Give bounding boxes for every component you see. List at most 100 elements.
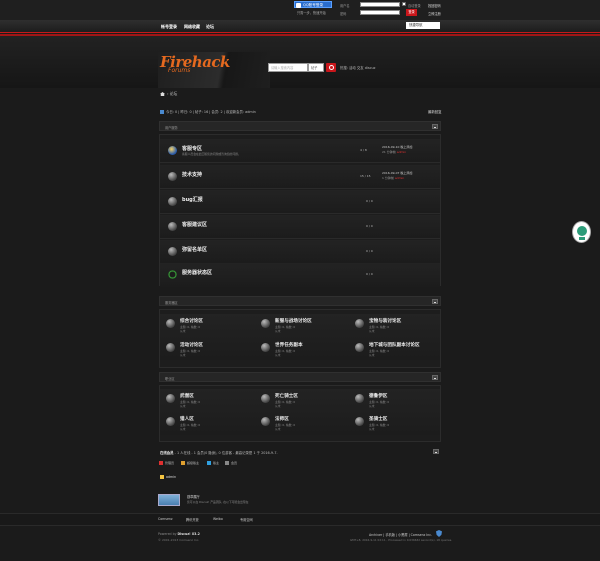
legend-mod: 版主: [207, 461, 219, 465]
forum-cell[interactable]: 综合讨论区 主题: 0, 帖数: 0 从未: [160, 314, 250, 336]
collapse-icon[interactable]: [432, 299, 438, 304]
forum-row[interactable]: 客服专区 客服人员会在此回答您的问题或咨询您的问题。 4 / 8 2016-09…: [160, 139, 440, 163]
forum-last-post[interactable]: 2016-09-10 晚上添加: [382, 145, 412, 149]
category-header-server: 服务器区: [159, 296, 441, 306]
legend-member: 会员: [225, 461, 237, 465]
forum-cell[interactable]: 武僧区 主题: 0, 帖数: 0 从未: [160, 389, 250, 411]
powered-brand[interactable]: Discuz! X3.2: [178, 532, 200, 536]
qq-login-button[interactable]: QQ账号登录: [294, 1, 332, 8]
user-icon: [160, 475, 164, 479]
forum-cell[interactable]: 世界任务副本 主题: 0, 帖数: 0 从未: [255, 338, 345, 360]
category-header-user-service: 用户服务: [159, 121, 441, 131]
nav-item-account[interactable]: 帐号登录: [161, 20, 177, 33]
quick-nav-dropdown[interactable]: 快捷导航: [406, 22, 440, 29]
forum-name[interactable]: 法师区: [275, 416, 289, 422]
search-type-select[interactable]: 帖子: [308, 63, 324, 72]
mod-icon: [207, 461, 211, 465]
forum-row[interactable]: 技术支持 15 / 15 2016-09-07 晚上添加 1 分钟前 admin: [160, 165, 440, 189]
online-user[interactable]: admin: [160, 475, 176, 479]
forum-last-post[interactable]: 2016-09-07 晚上添加: [382, 171, 412, 175]
search-input[interactable]: 请输入搜索内容: [268, 63, 308, 72]
search-button[interactable]: [326, 63, 336, 72]
shield-icon[interactable]: [436, 530, 442, 537]
nav-item-forum[interactable]: 论坛: [206, 20, 214, 33]
forum-cell[interactable]: 猎人区 主题: 0, 帖数: 0 从未: [160, 412, 250, 434]
password-input[interactable]: [360, 10, 400, 15]
forum-cell[interactable]: 宝物与装讨论区 主题: 0, 帖数: 0 从未: [349, 314, 439, 336]
footer-right-links[interactable]: Archiver | 手机版 | 小黑屋 | Comsenz Inc.: [369, 532, 432, 537]
forum-icon: [261, 394, 270, 403]
forum-count: 4 / 8: [360, 148, 367, 152]
collapse-icon[interactable]: [433, 449, 439, 454]
forum-cell[interactable]: 新服与战场讨论区 主题: 0, 帖数: 0 从未: [255, 314, 345, 336]
forum-cell[interactable]: 地下城与团队副本讨论区 主题: 0, 帖数: 0 从未: [349, 338, 439, 360]
forum-name[interactable]: 宝物与装讨论区: [369, 318, 401, 324]
forum-name[interactable]: 死亡骑士区: [275, 393, 298, 399]
powered-by: Powered by Discuz! X3.2: [158, 532, 200, 536]
breadcrumb[interactable]: › 论坛: [167, 91, 177, 97]
forum-icon: [355, 394, 364, 403]
forum-name[interactable]: 综合讨论区: [180, 318, 203, 324]
forum-cell[interactable]: 德鲁伊区 主题: 0, 帖数: 0 从未: [349, 389, 439, 411]
category-title: 职业区: [165, 377, 175, 381]
last-user[interactable]: admin: [397, 150, 406, 154]
forum-name[interactable]: 地下城与团队副本讨论区: [369, 342, 420, 348]
nav-item-favorites[interactable]: 网络收藏: [184, 20, 200, 33]
forum-name[interactable]: 世界任务副本: [275, 342, 303, 348]
collapse-icon[interactable]: [432, 375, 438, 380]
forum-row[interactable]: 弥留名单区 0 / 0: [160, 240, 440, 264]
forum-name[interactable]: 新服与战场讨论区: [275, 318, 312, 324]
forum-name[interactable]: 服务器状态区: [182, 269, 212, 276]
forum-last: 从未: [275, 353, 281, 357]
robot-assistant-icon[interactable]: [572, 221, 591, 243]
forum-cell[interactable]: 圣骑士区 主题: 0, 帖数: 0 从未: [349, 412, 439, 434]
register-link[interactable]: 立即注册: [428, 11, 441, 16]
password-label: 密码: [340, 12, 347, 16]
forum-name[interactable]: bug汇报: [182, 196, 203, 203]
footer-link[interactable]: Weibo: [213, 517, 223, 521]
forum-name[interactable]: 客服建议区: [182, 221, 207, 228]
forum-row[interactable]: bug汇报 0 / 0: [160, 190, 440, 214]
forum-name[interactable]: 客服专区: [182, 145, 202, 152]
remember-checkbox[interactable]: [402, 2, 406, 6]
forum-count: 0 / 0: [366, 199, 373, 203]
category-header-class: 职业区: [159, 372, 441, 382]
find-password-link[interactable]: 找回密码: [428, 3, 441, 8]
footer-link[interactable]: 专用空间: [240, 517, 253, 522]
forum-last: 从未: [369, 427, 375, 431]
medal-image[interactable]: [158, 494, 180, 506]
latest-replies-link[interactable]: 最新回复: [428, 109, 442, 114]
forum-icon: [355, 343, 364, 352]
forum-cell[interactable]: 法师区 主题: 0, 帖数: 0 从未: [255, 412, 345, 434]
forum-name[interactable]: 武僧区: [180, 393, 194, 399]
forum-name[interactable]: 活动讨论区: [180, 342, 203, 348]
medal-title[interactable]: 勋章展厅: [187, 494, 200, 499]
forum-name[interactable]: 技术支持: [182, 171, 202, 178]
nav-bar: [0, 20, 600, 33]
forum-stats: 今日: 0 | 昨日: 0 | 帖子: 16 | 会员: 2 | 欢迎新会员: …: [160, 109, 256, 114]
forum-cell[interactable]: 死亡骑士区 主题: 0, 帖数: 0 从未: [255, 389, 345, 411]
forum-name[interactable]: 圣骑士区: [369, 416, 387, 422]
online-title[interactable]: 在线会员: [160, 451, 174, 455]
collapse-icon[interactable]: [432, 124, 438, 129]
home-icon[interactable]: [160, 92, 165, 96]
forum-row[interactable]: 客服建议区 0 / 0: [160, 215, 440, 239]
footer-link[interactable]: 腾讯开放: [186, 517, 199, 522]
forum-icon: [166, 417, 175, 426]
username-input[interactable]: [360, 2, 400, 7]
forum-name[interactable]: 德鲁伊区: [369, 393, 387, 399]
legend-label: 会员: [231, 461, 238, 465]
login-button[interactable]: 登录: [406, 9, 417, 16]
footer-link[interactable]: Comsenz: [158, 517, 173, 521]
legend-admin: 管理员: [159, 461, 174, 465]
forum-name[interactable]: 猎人区: [180, 416, 194, 422]
forum-cell[interactable]: 活动讨论区 主题: 0, 帖数: 0 从未: [160, 338, 250, 360]
forum-name[interactable]: 弥留名单区: [182, 246, 207, 253]
hot-items[interactable]: 活动 交友 discuz: [349, 66, 375, 70]
hot-label: 热搜:: [340, 66, 348, 70]
last-user[interactable]: admin: [395, 176, 404, 180]
forum-count: 15 / 15: [360, 174, 371, 178]
forum-row[interactable]: 服务器状态区 0 / 0: [160, 263, 440, 287]
forum-icon: [166, 394, 175, 403]
online-user-name[interactable]: admin: [166, 475, 176, 479]
